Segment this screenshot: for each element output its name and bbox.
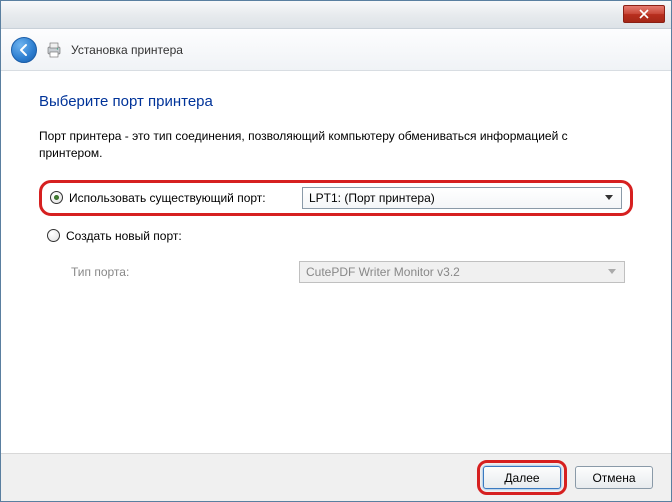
new-port-radio[interactable]: Создать новый порт: xyxy=(47,229,299,243)
page-title: Выберите порт принтера xyxy=(39,93,633,110)
close-button[interactable] xyxy=(623,5,665,23)
next-button[interactable]: Далее xyxy=(483,466,561,489)
printer-icon xyxy=(45,41,63,59)
existing-port-select[interactable]: LPT1: (Порт принтера) xyxy=(302,187,622,209)
port-type-select: CutePDF Writer Monitor v3.2 xyxy=(299,261,625,283)
radio-checked-icon xyxy=(50,191,63,204)
page-description: Порт принтера - это тип соединения, позв… xyxy=(39,128,633,162)
wizard-header: Установка принтера xyxy=(1,29,671,71)
existing-port-row: Использовать существующий порт: LPT1: (П… xyxy=(39,180,633,216)
port-type-label: Тип порта: xyxy=(71,265,299,279)
new-port-label: Создать новый порт: xyxy=(66,229,182,243)
dialog-window: Установка принтера Выберите порт принтер… xyxy=(0,0,672,502)
port-type-value: CutePDF Writer Monitor v3.2 xyxy=(304,265,604,279)
existing-port-label: Использовать существующий порт: xyxy=(69,191,266,205)
new-port-row: Создать новый порт: xyxy=(39,224,633,248)
radio-unchecked-icon xyxy=(47,229,60,242)
button-bar: Далее Отмена xyxy=(1,453,671,501)
chevron-down-icon xyxy=(601,195,617,201)
content-area: Выберите порт принтера Порт принтера - э… xyxy=(1,71,671,288)
cancel-button[interactable]: Отмена xyxy=(575,466,653,489)
next-button-highlight: Далее xyxy=(477,460,567,495)
close-icon xyxy=(639,9,649,19)
header-title: Установка принтера xyxy=(71,43,183,57)
port-type-row: Тип порта: CutePDF Writer Monitor v3.2 xyxy=(39,256,633,288)
existing-port-value: LPT1: (Порт принтера) xyxy=(307,191,601,205)
chevron-down-icon xyxy=(604,269,620,275)
back-arrow-icon xyxy=(17,43,31,57)
titlebar xyxy=(1,1,671,29)
back-button[interactable] xyxy=(11,37,37,63)
existing-port-radio[interactable]: Использовать существующий порт: xyxy=(50,191,302,205)
